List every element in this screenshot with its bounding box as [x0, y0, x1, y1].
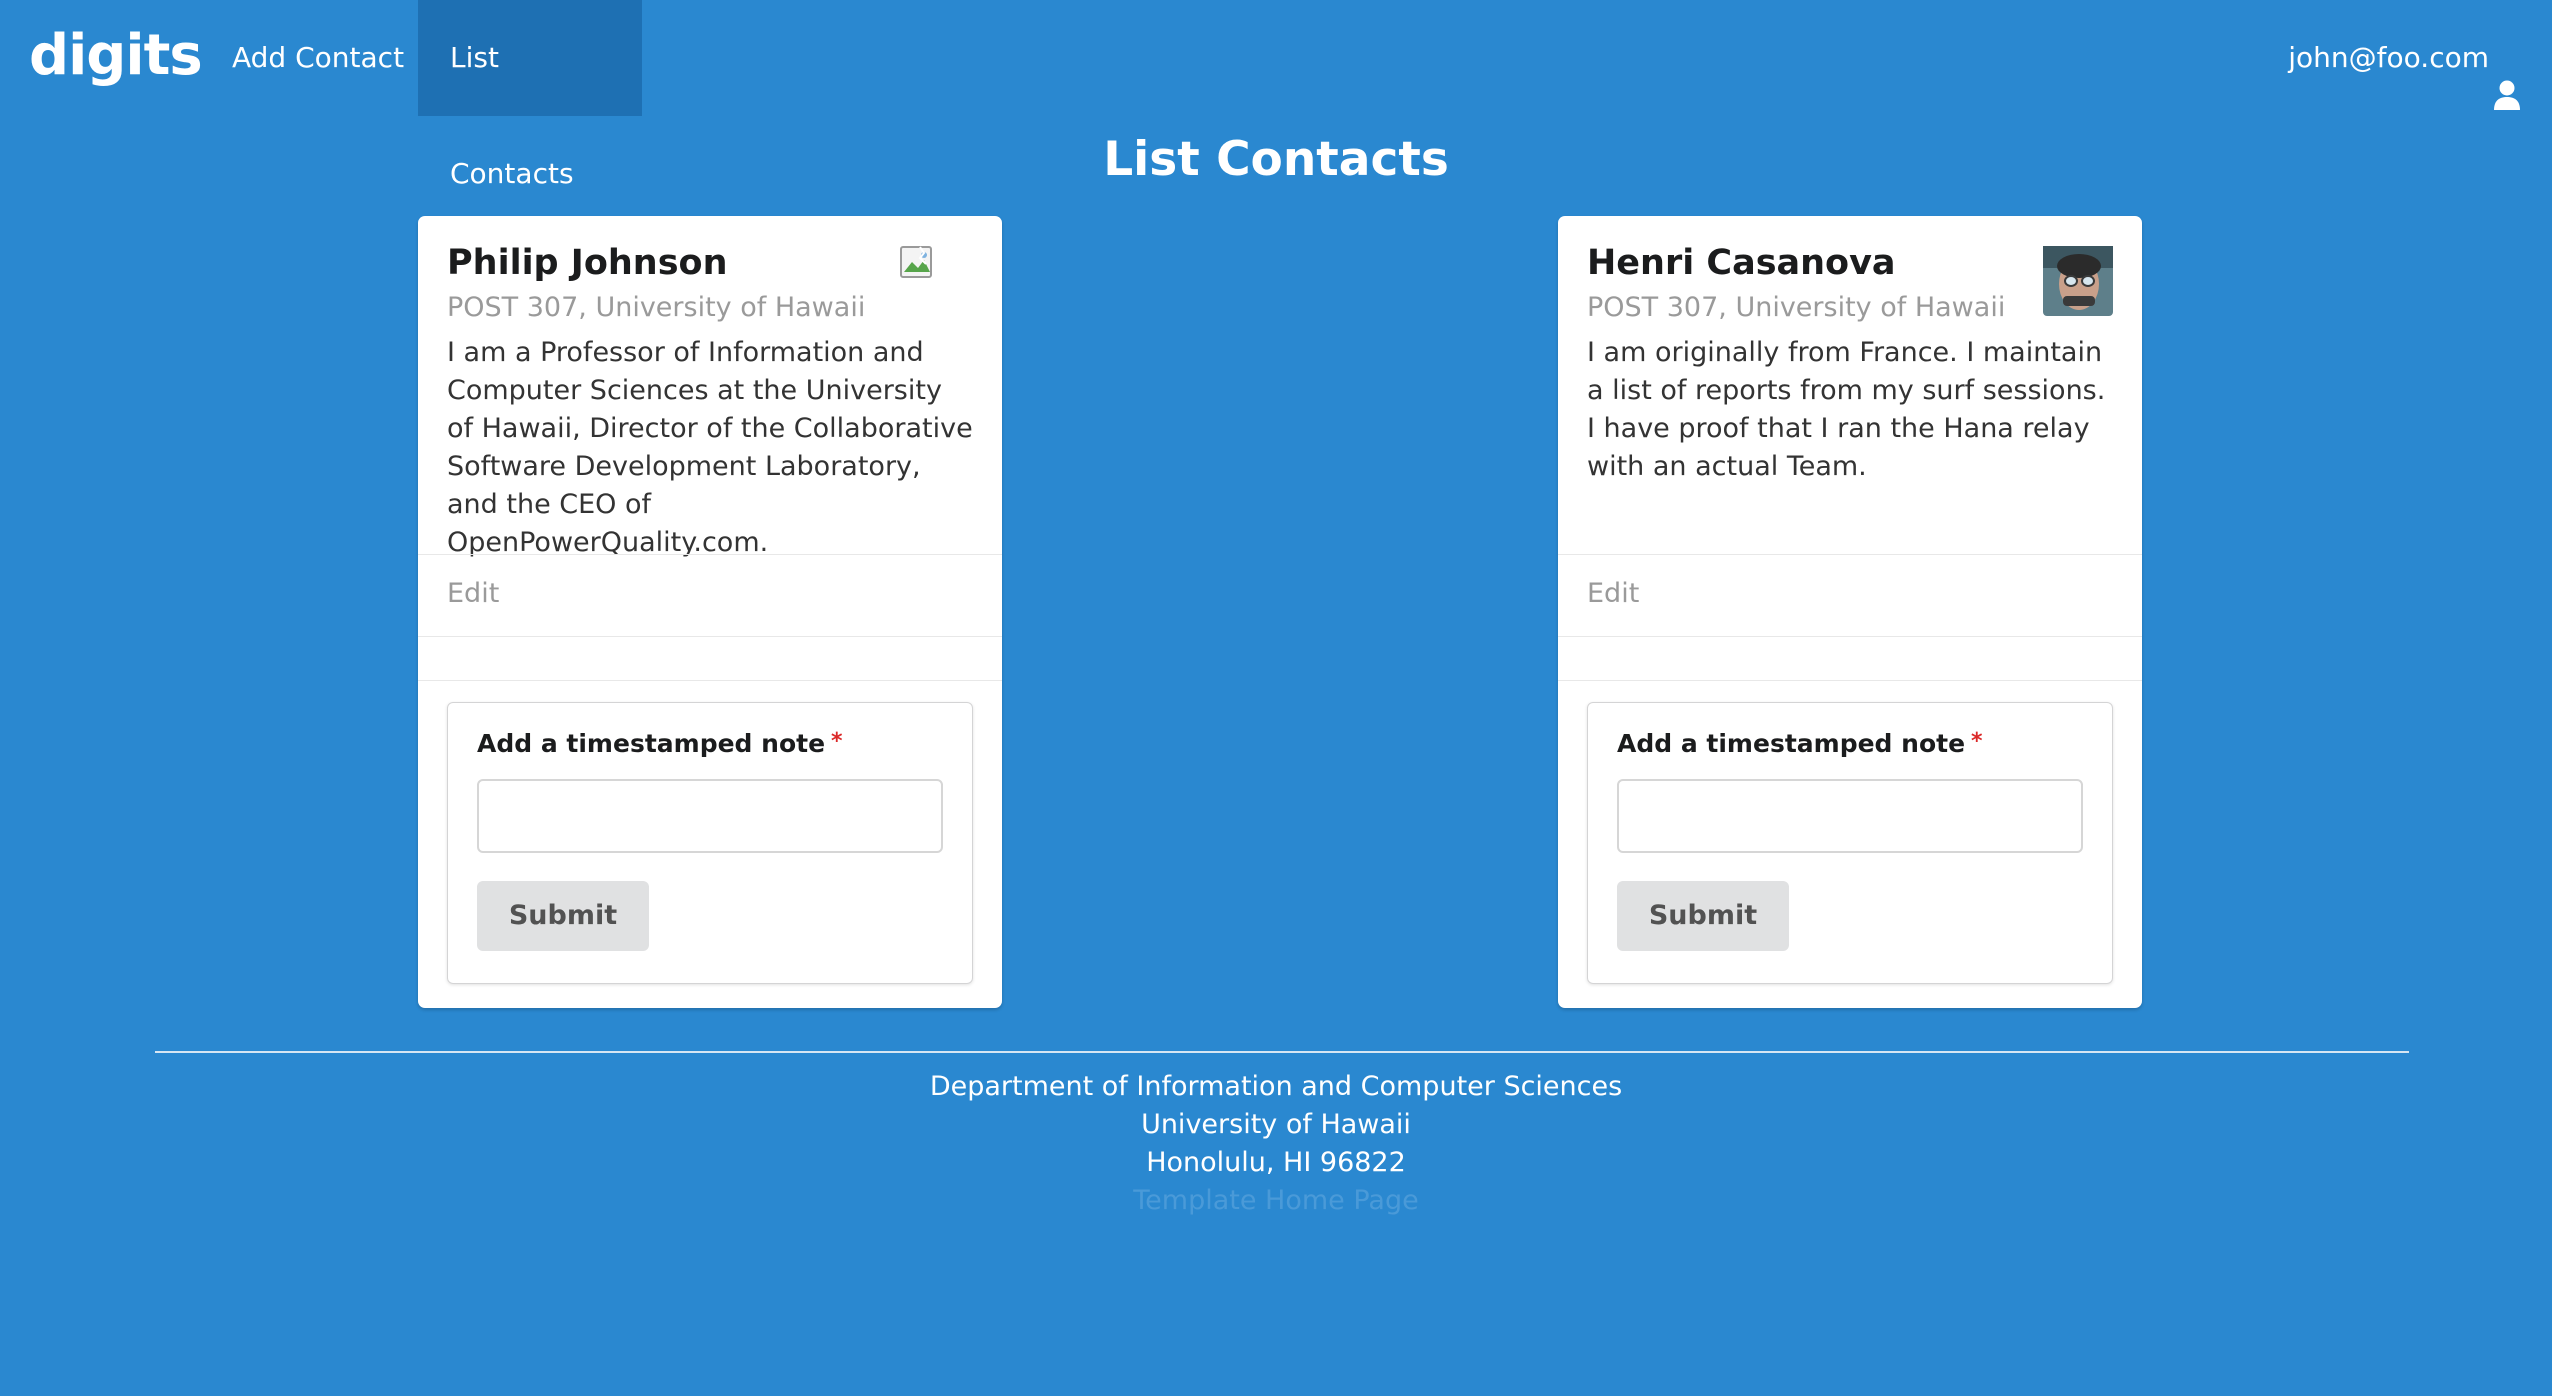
contact-address: POST 307, University of Hawaii: [1587, 292, 2006, 323]
contact-description: I am originally from France. I maintain …: [1587, 337, 2106, 482]
contact-address: POST 307, University of Hawaii: [447, 292, 866, 323]
card-divider: [1558, 554, 2142, 555]
add-note-form: Add a timestamped note * Submit: [1587, 702, 2113, 984]
add-note-form: Add a timestamped note * Submit: [447, 702, 973, 984]
note-label: Add a timestamped note *: [477, 729, 843, 758]
note-input[interactable]: [1617, 779, 2083, 853]
card-divider: [418, 636, 1002, 637]
submit-button[interactable]: Submit: [477, 881, 649, 951]
nav-add-contact[interactable]: Add Contact: [200, 0, 436, 116]
contact-card: Philip Johnson POST 307, University of H…: [418, 216, 1002, 1008]
template-home-link[interactable]: Template Home Page: [0, 1182, 2552, 1220]
contact-name: Henri Casanova: [1587, 243, 1896, 283]
card-divider: [418, 680, 1002, 681]
footer-divider: [155, 1051, 2409, 1053]
brand-logo[interactable]: digits: [29, 18, 203, 94]
nav-list-contacts[interactable]: List Contacts: [418, 0, 642, 190]
note-input[interactable]: [477, 779, 943, 853]
card-divider: [1558, 636, 2142, 637]
note-label: Add a timestamped note *: [1617, 729, 1983, 758]
footer-department: Department of Information and Computer S…: [929, 1071, 1623, 1102]
submit-button[interactable]: Submit: [1617, 881, 1789, 951]
footer-address: Honolulu, HI 96822: [1146, 1147, 1406, 1178]
top-navbar: digits Add Contact List Contacts john@fo…: [0, 0, 2552, 190]
footer-university: University of Hawaii: [1141, 1109, 1411, 1140]
contact-card: Henri Casanova POST 307, University of H…: [1558, 216, 2142, 1008]
contact-name: Philip Johnson: [447, 243, 728, 283]
contact-photo: [2043, 246, 2113, 316]
user-menu[interactable]: john@foo.com: [2288, 0, 2521, 116]
required-asterisk: *: [1971, 729, 1983, 754]
card-header: Philip Johnson POST 307, University of H…: [447, 238, 973, 328]
broken-image-icon: [900, 246, 936, 282]
edit-link[interactable]: Edit: [1587, 574, 1639, 614]
footer: Department of Information and Computer S…: [0, 1068, 2552, 1220]
card-divider: [418, 554, 1002, 555]
edit-link[interactable]: Edit: [447, 574, 499, 614]
contact-description: I am a Professor of Information and Comp…: [447, 337, 973, 558]
required-asterisk: *: [831, 729, 843, 754]
card-divider: [1558, 680, 2142, 681]
page-title: List Contacts: [1103, 132, 1449, 187]
user-icon: [2493, 43, 2521, 110]
user-email: john@foo.com: [2288, 41, 2489, 74]
card-header: Henri Casanova POST 307, University of H…: [1587, 238, 2113, 328]
